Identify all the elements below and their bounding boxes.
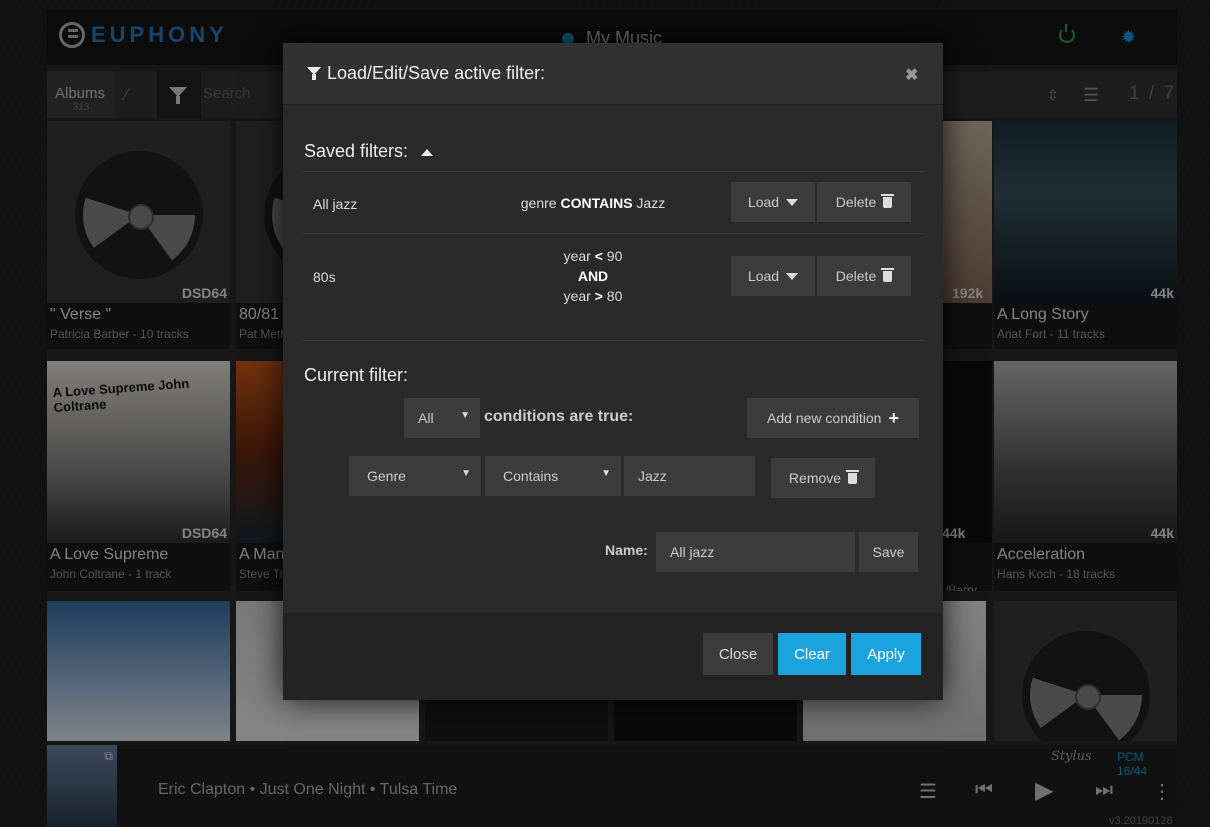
dialog-footer: Close Clear Apply	[283, 613, 943, 700]
add-condition-label: Add new condition	[767, 410, 882, 426]
condition-value-input[interactable]: Jazz	[624, 456, 755, 496]
condition-operator-select[interactable]: Contains ▼	[485, 456, 621, 496]
match-mode-select[interactable]: All ▼	[404, 398, 480, 438]
expr-operator: CONTAINS	[560, 195, 633, 211]
caret-up-icon	[421, 148, 434, 156]
saved-filter-row: 80s year < 90 AND year > 80 Load Delete	[303, 233, 923, 317]
expr-operator: AND	[577, 268, 609, 284]
add-condition-button[interactable]: Add new condition +	[747, 398, 919, 438]
caret-down-icon	[786, 272, 799, 280]
saved-filter-name: All jazz	[313, 196, 358, 212]
dialog-header: Load/Edit/Save active filter: ✖	[283, 43, 943, 105]
trash-icon	[881, 193, 895, 208]
condition-operator-value: Contains	[503, 468, 559, 484]
saved-filters-heading[interactable]: Saved filters:	[304, 141, 434, 162]
trash-icon	[846, 469, 860, 484]
expr-operator: >	[594, 288, 603, 304]
dialog-title: Load/Edit/Save active filter:	[327, 63, 546, 83]
clear-button[interactable]: Clear	[778, 633, 846, 675]
saved-filter-expression: year < 90 AND year > 80	[443, 246, 743, 306]
condition-field-value: Genre	[367, 468, 406, 484]
load-label: Load	[747, 268, 780, 284]
expr-text: year	[563, 248, 595, 264]
saved-filter-row: All jazz genre CONTAINS Jazz Load Delete	[303, 171, 923, 233]
saved-filters-label: Saved filters:	[304, 141, 409, 161]
delete-label: Delete	[835, 268, 877, 284]
load-label: Load	[747, 194, 780, 210]
delete-label: Delete	[835, 194, 877, 210]
chevron-down-icon: ▼	[461, 468, 471, 479]
close-button[interactable]: Close	[703, 633, 773, 675]
condition-field-select[interactable]: Genre ▼	[349, 456, 481, 496]
chevron-down-icon: ▼	[460, 410, 470, 421]
filter-name-label: Name:	[605, 542, 648, 558]
expr-text: 80	[602, 288, 623, 304]
trash-icon	[881, 267, 895, 282]
chevron-down-icon: ▼	[601, 468, 611, 479]
match-mode-value: All	[418, 410, 434, 426]
filter-name-input[interactable]: All jazz	[656, 532, 855, 572]
load-button[interactable]: Load	[731, 256, 815, 296]
delete-button[interactable]: Delete	[817, 182, 911, 222]
filter-icon	[307, 67, 321, 80]
expr-text: 90	[602, 248, 623, 264]
divider	[303, 340, 923, 341]
filter-dialog: Load/Edit/Save active filter: ✖ Saved fi…	[283, 43, 943, 700]
conditions-text: conditions are true:	[484, 408, 634, 425]
plus-icon: +	[888, 407, 899, 428]
apply-button[interactable]: Apply	[851, 633, 921, 675]
delete-button[interactable]: Delete	[817, 256, 911, 296]
remove-label: Remove	[788, 470, 842, 486]
caret-down-icon	[786, 198, 799, 206]
saved-filter-expression: genre CONTAINS Jazz	[443, 193, 743, 213]
close-icon[interactable]: ✖	[905, 65, 918, 85]
expr-text: Jazz	[632, 195, 666, 211]
expr-text: genre	[520, 195, 561, 211]
saved-filter-name: 80s	[313, 269, 336, 285]
expr-operator: <	[594, 248, 603, 264]
expr-text: year	[563, 288, 595, 304]
current-filter-heading: Current filter:	[304, 365, 409, 385]
save-button[interactable]: Save	[859, 532, 918, 572]
load-button[interactable]: Load	[731, 182, 815, 222]
remove-condition-button[interactable]: Remove	[771, 458, 875, 498]
